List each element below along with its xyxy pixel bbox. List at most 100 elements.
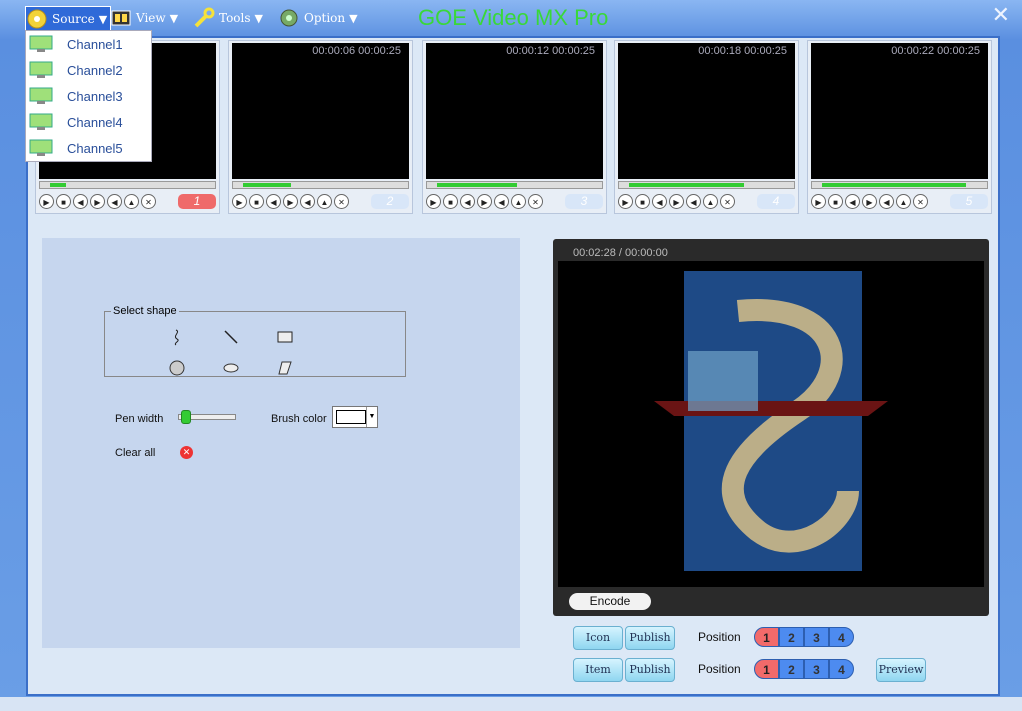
seek-bar[interactable] [811, 181, 988, 189]
publish-button[interactable]: Publish [625, 658, 675, 682]
channel-3[interactable]: 00:00:12 00:00:25 ▶ ■ ◀ ▶ ◀ ▲ ✕ 3 [422, 40, 607, 214]
position-label: Position [698, 630, 741, 644]
monitor-icon [29, 87, 53, 104]
eject-icon[interactable]: ▲ [703, 193, 718, 209]
seek-fill [437, 183, 517, 187]
item-button[interactable]: Item [573, 658, 623, 682]
close-icon[interactable]: ✕ [913, 193, 928, 209]
stop-icon[interactable]: ■ [828, 193, 843, 209]
stop-icon[interactable]: ■ [443, 193, 458, 209]
channel-screen[interactable]: 00:00:06 00:00:25 [232, 43, 409, 179]
prev-icon[interactable]: ◀ [460, 193, 475, 209]
slider-handle[interactable] [180, 410, 191, 424]
mute-icon[interactable]: ◀ [300, 193, 315, 209]
channel-number-badge[interactable]: 5 [950, 193, 988, 209]
chevron-down-icon: ▼ [98, 12, 108, 26]
publish-button[interactable]: Publish [625, 626, 675, 650]
play-icon[interactable]: ▶ [618, 193, 633, 209]
close-icon[interactable]: ✕ [528, 193, 543, 209]
channel-screen[interactable]: 00:00:22 00:00:25 [811, 43, 988, 179]
position-option-2[interactable]: 2 [779, 659, 804, 679]
stop-icon[interactable]: ■ [635, 193, 650, 209]
ellipse-shape-icon[interactable] [221, 358, 241, 378]
channel-screen[interactable]: 00:00:12 00:00:25 [426, 43, 603, 179]
circle-shape-icon[interactable] [167, 358, 187, 378]
color-swatch [336, 410, 366, 424]
mute-icon[interactable]: ◀ [494, 193, 509, 209]
position-option-3[interactable]: 3 [804, 627, 829, 647]
line-shape-icon[interactable] [221, 327, 241, 347]
close-icon[interactable]: ✕ [720, 193, 735, 209]
clear-all-label: Clear all [115, 447, 156, 459]
position-option-1[interactable]: 1 [754, 627, 779, 647]
menu-tools[interactable]: Tools ▼ [193, 6, 263, 30]
preview-button[interactable]: Preview [876, 658, 926, 682]
next-icon[interactable]: ▶ [477, 193, 492, 209]
channel-5[interactable]: 00:00:22 00:00:25 ▶ ■ ◀ ▶ ◀ ▲ ✕ 5 [807, 40, 992, 214]
channel-screen[interactable]: 00:00:18 00:00:25 [618, 43, 795, 179]
close-icon[interactable]: ✕ [334, 193, 349, 209]
dropdown-item-channel3[interactable]: Channel3 [26, 83, 151, 109]
stop-icon[interactable]: ■ [56, 193, 71, 209]
clear-all-icon[interactable]: ✕ [180, 446, 193, 459]
channel-2[interactable]: 00:00:06 00:00:25 ▶ ■ ◀ ▶ ◀ ▲ ✕ 2 [228, 40, 413, 214]
prev-icon[interactable]: ◀ [266, 193, 281, 209]
position-option-2[interactable]: 2 [779, 627, 804, 647]
dropdown-item-channel1[interactable]: Channel1 [26, 31, 151, 57]
prev-icon[interactable]: ◀ [845, 193, 860, 209]
dropdown-item-channel4[interactable]: Channel4 [26, 109, 151, 135]
channel-number-badge[interactable]: 4 [757, 193, 795, 209]
play-icon[interactable]: ▶ [39, 193, 54, 209]
play-icon[interactable]: ▶ [232, 193, 247, 209]
position-option-4[interactable]: 4 [829, 659, 854, 679]
eject-icon[interactable]: ▲ [896, 193, 911, 209]
menu-view[interactable]: View ▼ [110, 6, 178, 30]
dropdown-item-label: Channel3 [67, 88, 123, 104]
menu-source[interactable]: Source ▼ [25, 6, 112, 32]
position-option-4[interactable]: 4 [829, 627, 854, 647]
eject-icon[interactable]: ▲ [317, 193, 332, 209]
next-icon[interactable]: ▶ [90, 193, 105, 209]
seek-bar[interactable] [39, 181, 216, 189]
channel-controls: ▶ ■ ◀ ▶ ◀ ▲ ✕ 2 [232, 192, 409, 210]
play-icon[interactable]: ▶ [426, 193, 441, 209]
rectangle-shape-icon[interactable] [275, 327, 295, 347]
preview-player: 00:02:28 / 00:00:00 Encode [553, 239, 989, 616]
position-option-1[interactable]: 1 [754, 659, 779, 679]
position-option-3[interactable]: 3 [804, 659, 829, 679]
close-icon[interactable]: ✕ [141, 193, 156, 209]
encode-button[interactable]: Encode [569, 593, 651, 610]
close-icon[interactable]: ✕ [992, 2, 1010, 28]
stop-icon[interactable]: ■ [249, 193, 264, 209]
seek-bar[interactable] [618, 181, 795, 189]
channel-number-badge[interactable]: 1 [178, 193, 216, 209]
chevron-down-icon: ▼ [366, 407, 377, 427]
play-icon[interactable]: ▶ [811, 193, 826, 209]
next-icon[interactable]: ▶ [862, 193, 877, 209]
mute-icon[interactable]: ◀ [686, 193, 701, 209]
channel-time: 00:00:06 00:00:25 [312, 45, 401, 57]
mute-icon[interactable]: ◀ [107, 193, 122, 209]
eject-icon[interactable]: ▲ [511, 193, 526, 209]
drawing-panel[interactable]: Select shape Pen width Brush color ▼ Cle… [42, 238, 520, 648]
mute-icon[interactable]: ◀ [879, 193, 894, 209]
prev-icon[interactable]: ◀ [652, 193, 667, 209]
pen-width-slider[interactable] [178, 410, 236, 424]
brush-color-picker[interactable]: ▼ [332, 406, 378, 428]
next-icon[interactable]: ▶ [669, 193, 684, 209]
channel-number-badge[interactable]: 3 [565, 193, 603, 209]
polygon-shape-icon[interactable] [275, 358, 295, 378]
next-icon[interactable]: ▶ [283, 193, 298, 209]
seek-bar[interactable] [232, 181, 409, 189]
dropdown-item-channel5[interactable]: Channel5 [26, 135, 151, 161]
channel-number-badge[interactable]: 2 [371, 193, 409, 209]
channel-4[interactable]: 00:00:18 00:00:25 ▶ ■ ◀ ▶ ◀ ▲ ✕ 4 [614, 40, 799, 214]
menu-bar: Source ▼ View ▼ Tools ▼ Option ▼ GOE Vid… [0, 0, 1022, 36]
freehand-shape-icon[interactable] [167, 327, 187, 347]
dropdown-item-channel2[interactable]: Channel2 [26, 57, 151, 83]
menu-option[interactable]: Option ▼ [278, 6, 358, 30]
icon-button[interactable]: Icon [573, 626, 623, 650]
eject-icon[interactable]: ▲ [124, 193, 139, 209]
seek-bar[interactable] [426, 181, 603, 189]
prev-icon[interactable]: ◀ [73, 193, 88, 209]
